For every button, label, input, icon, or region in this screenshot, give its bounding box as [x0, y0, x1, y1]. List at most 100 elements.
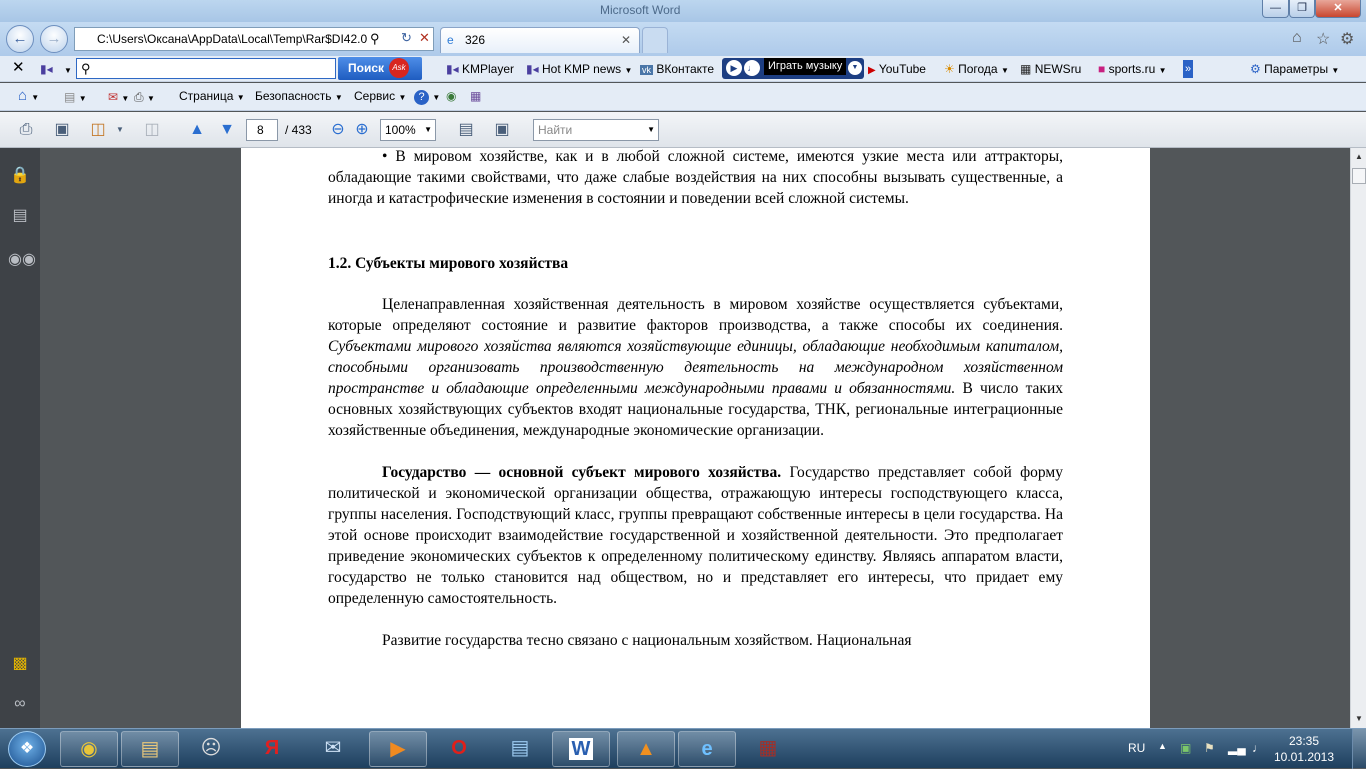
pdf-side-panel: 🔒 ▤ ◉◉ ▩ ∞ — [0, 148, 40, 728]
forward-button[interactable]: → — [40, 25, 68, 53]
zoom-in-icon[interactable]: ⊕ — [352, 120, 372, 140]
home-button[interactable]: ⌂ ▼ — [18, 87, 39, 107]
gear-icon[interactable]: ⚙ — [1340, 29, 1354, 49]
paragraph-state-body: Государство представляет собой форму пол… — [328, 464, 1063, 607]
hot-kmp-news-link[interactable]: ▮◂ Hot KMP news ▼ — [526, 60, 632, 80]
youtube-link[interactable]: ▶ YouTube — [868, 60, 926, 80]
taskbar-chrome[interactable]: ◉ — [60, 731, 118, 767]
maximize-button[interactable]: ❐ — [1289, 0, 1315, 18]
kmp-news-icon: ▮◂ — [526, 62, 539, 76]
back-button[interactable]: ← — [6, 25, 34, 53]
vkontakte-link[interactable]: vk ВКонтакте — [640, 60, 714, 79]
close-toolbar-icon[interactable]: ✕ — [12, 59, 25, 77]
menu-page[interactable]: Страница ▼ — [179, 87, 245, 107]
paragraph-bullet: • В мировом хозяйстве, как и в любой сло… — [328, 148, 1063, 207]
action-center-icon[interactable]: ⚑ — [1204, 741, 1215, 755]
search-input[interactable]: ⚲ — [76, 58, 336, 79]
start-button[interactable]: ❖ — [8, 731, 46, 767]
chevron-down-icon[interactable]: ▼ — [64, 62, 72, 80]
lock-icon[interactable]: 🔒 — [8, 164, 32, 188]
tray-app-icon[interactable]: ▣ — [1180, 741, 1191, 755]
new-tab-button[interactable] — [642, 27, 668, 53]
zoom-out-icon[interactable]: ⊖ — [328, 120, 348, 140]
tab-active[interactable]: e 326 ✕ — [440, 27, 640, 53]
taskbar-picture-viewer[interactable]: ▤ — [491, 731, 549, 767]
tab-close-icon[interactable]: ✕ — [621, 28, 631, 52]
attachment-icon[interactable]: ∞ — [8, 692, 32, 716]
params-label: Параметры — [1264, 62, 1329, 76]
mail-button[interactable]: ✉ ▼ — [108, 88, 129, 108]
menu-security[interactable]: Безопасность ▼ — [255, 87, 343, 107]
bookmark-icon[interactable]: ▮◂ — [40, 60, 53, 78]
taskbar-winrar[interactable]: ▦ — [739, 731, 797, 767]
show-desktop-button[interactable] — [1352, 729, 1366, 769]
scroll-up-icon[interactable]: ▲ — [1353, 150, 1365, 164]
taskbar-ie[interactable]: e — [678, 731, 736, 767]
research-icon[interactable]: ▦ — [470, 87, 481, 105]
print-button[interactable]: ⎙ ▼ — [134, 88, 155, 108]
stop-icon[interactable]: ✕ — [419, 30, 430, 46]
minimize-button[interactable]: — — [1262, 0, 1289, 18]
pages-icon[interactable]: ▤ — [8, 204, 32, 228]
volume-icon[interactable]: ♩ — [1252, 741, 1264, 755]
volume-icon[interactable]: ♩ — [744, 60, 760, 76]
taskbar-network[interactable]: ▲ — [617, 731, 675, 767]
favorites-icon[interactable]: ☆ — [1316, 29, 1330, 49]
page-total: / 433 — [285, 123, 312, 137]
network-signal-icon[interactable]: ▂▄ — [1228, 741, 1246, 755]
comment-icon[interactable]: ◫ — [142, 120, 162, 140]
language-indicator[interactable]: RU — [1128, 741, 1145, 755]
menu-tools[interactable]: Сервис ▼ — [354, 87, 406, 107]
clock[interactable]: 23:35 10.01.2013 — [1268, 733, 1340, 765]
refresh-icon[interactable]: ↻ — [401, 30, 412, 46]
ask-toolbar: ✕ ▮◂ ▼ ⚲ Поиск Ask ▮◂ KMPlayer ▮◂ Hot KM… — [0, 56, 1366, 82]
taskbar-mail[interactable]: ✉ — [304, 731, 362, 767]
params-button[interactable]: ⚙ Параметры ▼ — [1250, 60, 1339, 80]
clock-time: 23:35 — [1288, 734, 1320, 748]
document-viewport[interactable]: • В мировом хозяйстве, как и в любой сло… — [40, 148, 1350, 728]
taskbar-kmplayer[interactable]: ☹ — [182, 731, 240, 767]
kmplayer-link[interactable]: ▮◂ KMPlayer — [446, 60, 514, 78]
vertical-scrollbar[interactable]: ▲ ▼ — [1350, 148, 1366, 728]
next-page-icon[interactable]: ▼ — [217, 120, 237, 140]
scroll-down-icon[interactable]: ▼ — [1353, 712, 1365, 726]
taskbar-yandex[interactable]: Я — [243, 731, 301, 767]
help-button[interactable]: ? ▼ — [414, 87, 440, 107]
play-music-label[interactable]: Играть музыку — [764, 58, 847, 75]
find-input[interactable]: Найти ▼ — [533, 119, 659, 141]
address-bar[interactable]: C:\Users\Оксана\AppData\Local\Temp\Rar$D… — [74, 27, 434, 51]
taskbar-explorer[interactable]: ▤ — [121, 731, 179, 767]
view-icon[interactable]: ◉ — [446, 87, 456, 105]
binoculars-icon[interactable]: ◉◉ — [8, 248, 36, 272]
window-title-bar: Microsoft Word — ❐ ✕ — [0, 0, 1366, 22]
save-icon[interactable]: ▣ — [52, 120, 72, 140]
sports-ru-link[interactable]: ■ sports.ru ▼ — [1098, 60, 1167, 80]
music-dropdown-icon[interactable]: ▼ — [848, 61, 862, 75]
home-icon[interactable]: ⌂ — [1292, 29, 1302, 47]
newsru-link[interactable]: ▦ NEWSru — [1020, 60, 1081, 78]
taskbar-opera[interactable]: O — [430, 731, 488, 767]
zoom-select[interactable]: 100% ▼ — [380, 119, 436, 141]
kmplayer-label: KMPlayer — [461, 62, 514, 76]
weather-link[interactable]: ☀ Погода ▼ — [944, 60, 1009, 80]
comments-icon[interactable]: ▩ — [8, 652, 32, 676]
show-hidden-icons-icon[interactable]: ▲ — [1158, 741, 1167, 751]
address-search-icon[interactable]: ⚲ — [370, 31, 380, 47]
scrollbar-thumb[interactable] — [1352, 168, 1366, 184]
previous-page-icon[interactable]: ▲ — [187, 120, 207, 140]
taskbar-word[interactable]: W — [552, 731, 610, 767]
fit-width-icon[interactable]: ▣ — [492, 120, 512, 140]
printer-icon[interactable]: ⎙ — [16, 120, 36, 140]
close-button[interactable]: ✕ — [1315, 0, 1361, 18]
fit-page-icon[interactable]: ▤ — [456, 120, 476, 140]
share-icon[interactable]: ◫ — [88, 120, 108, 140]
feeds-button[interactable]: ▤ ▼ — [64, 88, 87, 108]
tab-title: 326 — [465, 33, 486, 47]
page-number-input[interactable]: 8 — [246, 119, 278, 141]
search-button[interactable]: Поиск — [338, 57, 422, 80]
more-links-icon[interactable]: » — [1183, 60, 1194, 78]
taskbar-media-player[interactable]: ▶ — [369, 731, 427, 767]
play-icon[interactable]: ▶ — [726, 60, 742, 76]
share-dropdown-icon[interactable]: ▼ — [110, 120, 130, 140]
rss-icon: ▤ — [64, 90, 76, 104]
